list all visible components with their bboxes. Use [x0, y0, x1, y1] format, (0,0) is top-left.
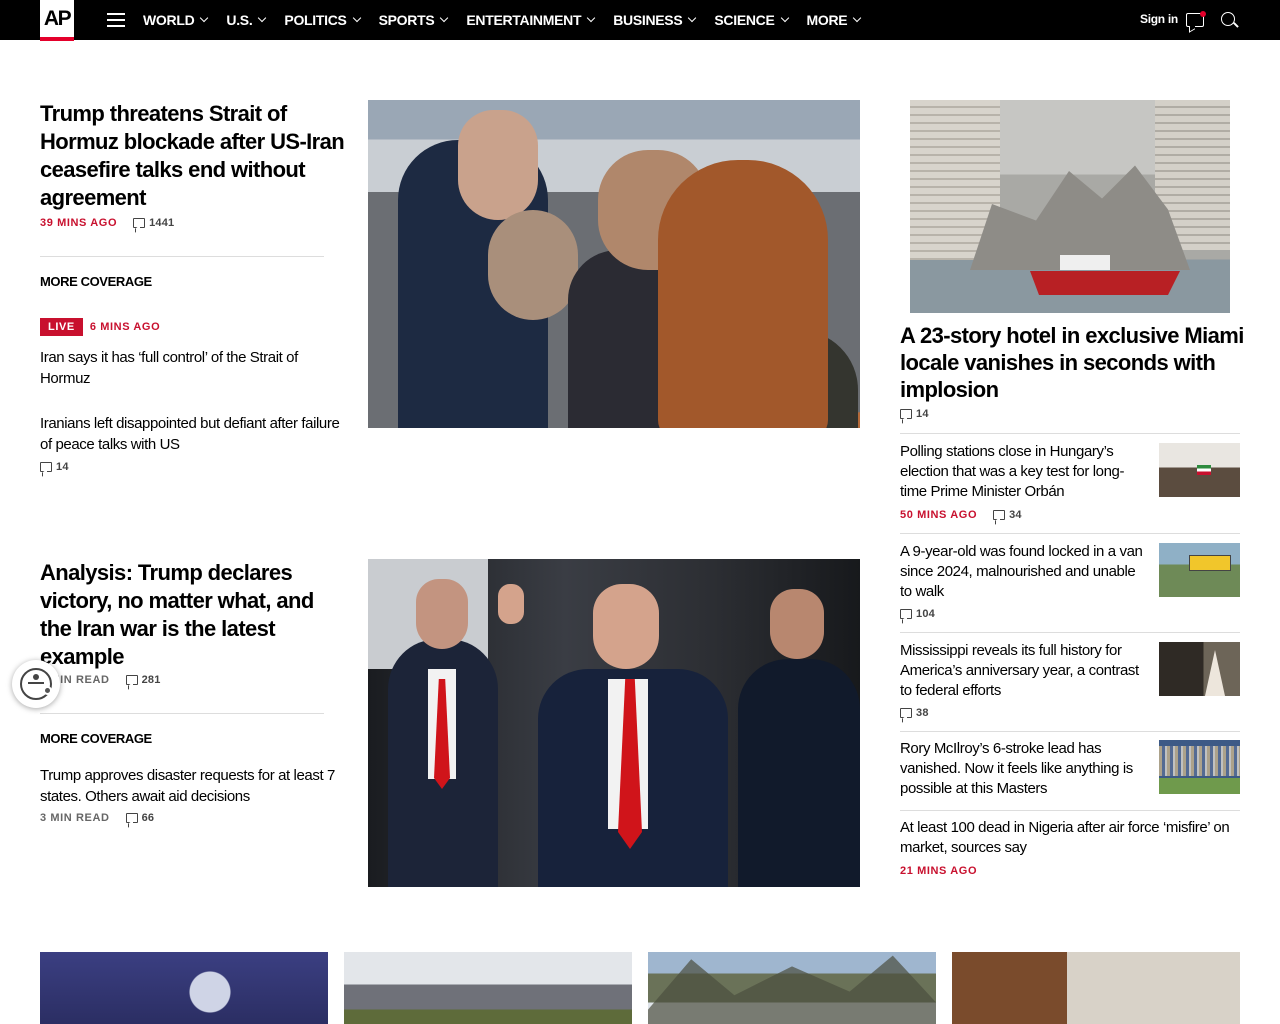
more-coverage-label: MORE COVERAGE — [40, 274, 152, 289]
comment-count[interactable]: 1441 — [133, 217, 174, 229]
hamburger-menu-icon[interactable] — [107, 13, 125, 27]
list-story-headline[interactable]: Rory McIlroy’s 6-stroke lead has vanishe… — [900, 739, 1150, 799]
notification-dot — [1200, 11, 1206, 17]
comment-icon — [993, 510, 1006, 520]
comment-icon — [125, 813, 138, 823]
related-story-headline[interactable]: Iran says it has ‘full control’ of the S… — [40, 347, 340, 389]
live-meta: LIVE 6 MINS AGO — [40, 318, 160, 336]
nav-item-entertainment[interactable]: ENTERTAINMENT — [466, 12, 596, 28]
sign-in-link[interactable]: Sign in — [1140, 12, 1178, 26]
nav-item-us[interactable]: U.S. — [226, 12, 267, 28]
chevron-down-icon — [688, 13, 697, 23]
timestamp: 50 MINS AGO — [900, 509, 978, 521]
chevron-down-icon — [352, 13, 361, 23]
timestamp: 21 MINS AGO — [900, 865, 978, 877]
divider — [40, 256, 324, 257]
accessibility-widget-button[interactable] — [12, 660, 60, 708]
ap-logo[interactable]: AP — [40, 0, 74, 41]
more-coverage-label: MORE COVERAGE — [40, 731, 152, 746]
nav-item-sports[interactable]: SPORTS — [379, 12, 449, 28]
comment-count[interactable]: 14 — [40, 461, 69, 473]
nav-item-world[interactable]: WORLD — [143, 12, 209, 28]
list-story-meta: 38 — [900, 707, 929, 719]
chevron-down-icon — [780, 13, 789, 23]
search-icon[interactable] — [1221, 12, 1235, 26]
top-navigation-bar: AP WORLD U.S. POLITICS SPORTS ENTERTAINM… — [0, 0, 1280, 41]
story-card-image[interactable] — [344, 952, 632, 1024]
comment-icon — [40, 462, 52, 472]
related-story-headline[interactable]: Trump approves disaster requests for at … — [40, 765, 345, 807]
comment-icon — [900, 409, 912, 419]
top-story-image[interactable] — [368, 100, 860, 428]
related-story-headline[interactable]: Iranians left disappointed but defiant a… — [40, 413, 340, 455]
story-thumbnail[interactable] — [1159, 740, 1240, 794]
divider — [40, 713, 324, 714]
story-thumbnail[interactable] — [1159, 543, 1240, 597]
chevron-down-icon — [586, 13, 596, 23]
story-thumbnail[interactable] — [1159, 642, 1240, 696]
second-story-image[interactable] — [368, 559, 860, 887]
nav-item-business[interactable]: BUSINESS — [613, 12, 697, 28]
timestamp: 39 MINS AGO — [40, 217, 118, 229]
comment-count[interactable]: 104 — [900, 608, 935, 620]
chevron-down-icon — [258, 13, 267, 23]
list-story-meta: 21 MINS AGO — [900, 865, 977, 877]
divider — [900, 731, 1240, 732]
comment-count[interactable]: 14 — [900, 408, 929, 420]
list-story-headline[interactable]: Polling stations close in Hungary’s elec… — [900, 442, 1150, 502]
story-thumbnail[interactable] — [1159, 443, 1240, 497]
nav-item-science[interactable]: SCIENCE — [714, 12, 789, 28]
feature-story-image[interactable] — [910, 100, 1230, 313]
comment-icon — [900, 708, 912, 718]
list-story-headline[interactable]: A 9-year-old was found locked in a van s… — [900, 542, 1150, 602]
divider — [900, 810, 1240, 811]
feature-story-headline[interactable]: A 23-story hotel in exclusive Miami loca… — [900, 322, 1245, 403]
divider — [900, 632, 1240, 633]
chevron-down-icon — [853, 13, 862, 23]
comment-count[interactable]: 281 — [125, 674, 161, 686]
chevron-down-icon — [200, 13, 209, 23]
comment-count[interactable]: 38 — [900, 707, 929, 719]
list-story-headline[interactable]: At least 100 dead in Nigeria after air f… — [900, 818, 1240, 858]
gear-icon — [43, 686, 52, 695]
second-story-headline[interactable]: Analysis: Trump declares victory, no mat… — [40, 559, 350, 671]
chevron-down-icon — [440, 13, 449, 23]
read-time: 3 MIN READ — [40, 812, 110, 824]
story-card-image[interactable] — [952, 952, 1240, 1024]
accessibility-icon — [20, 668, 52, 700]
top-story-headline[interactable]: Trump threatens Strait of Hormuz blockad… — [40, 100, 350, 212]
list-story-headline[interactable]: Mississippi reveals its full history for… — [900, 641, 1150, 701]
divider — [900, 533, 1240, 534]
top-story-meta: 39 MINS AGO 1441 — [40, 217, 174, 229]
live-badge: LIVE — [40, 318, 83, 336]
nav-item-more[interactable]: MORE — [807, 12, 862, 28]
comment-count[interactable]: 34 — [993, 509, 1022, 521]
nav-item-politics[interactable]: POLITICS — [284, 12, 361, 28]
main-nav: WORLD U.S. POLITICS SPORTS ENTERTAINMENT… — [143, 0, 879, 40]
divider — [900, 433, 1240, 434]
story-card-image[interactable] — [648, 952, 936, 1024]
related-story-meta: 14 — [40, 461, 69, 473]
comment-icon — [125, 675, 138, 685]
list-story-meta: 50 MINS AGO 34 — [900, 509, 1022, 521]
list-story-meta: 104 — [900, 608, 935, 620]
timestamp: 6 MINS AGO — [89, 321, 161, 333]
feature-story-meta: 14 — [900, 408, 929, 420]
comment-icon — [133, 218, 146, 228]
comment-count[interactable]: 66 — [125, 812, 155, 824]
comment-icon — [900, 609, 912, 619]
related-story-meta: 3 MIN READ 66 — [40, 812, 154, 824]
story-card-image[interactable] — [40, 952, 328, 1024]
